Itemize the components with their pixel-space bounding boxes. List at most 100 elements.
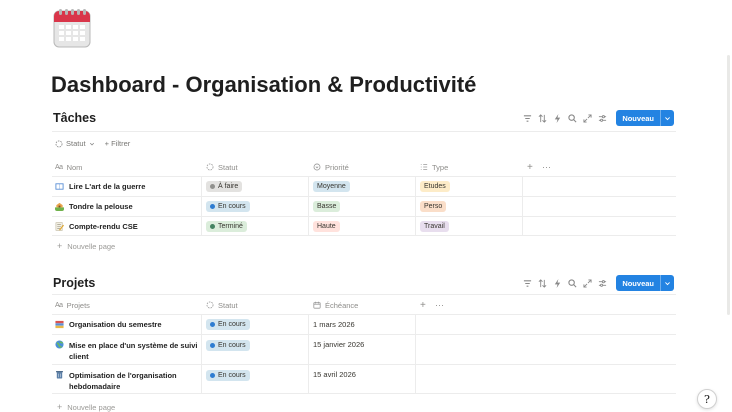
plus-icon: +	[57, 241, 63, 251]
status-icon	[55, 140, 63, 147]
new-page-button[interactable]: + Nouvelle page	[57, 402, 115, 412]
status-badge: En cours	[206, 319, 250, 330]
taches-title[interactable]: Tâches	[53, 111, 96, 125]
statut-cell[interactable]: En cours	[206, 365, 250, 393]
table-header: Aa Nom Statut Priorité Type + ···	[52, 158, 676, 176]
column-statut[interactable]: Statut	[206, 158, 238, 176]
sort-icon[interactable]	[535, 276, 550, 291]
table-header: Aa Projets Statut Échéance + ···	[52, 296, 676, 314]
status-icon	[206, 301, 214, 309]
search-icon[interactable]	[565, 111, 580, 126]
priorite-cell[interactable]: Moyenne	[313, 177, 350, 196]
priority-badge: Basse	[313, 201, 341, 212]
projets-new-button[interactable]: Nouveau	[616, 275, 674, 291]
table-row[interactable]: Compte-rendu CSE Terminé Haute Travail	[52, 216, 676, 236]
plus-icon: +	[57, 402, 63, 412]
sort-icon[interactable]	[535, 111, 550, 126]
table-row[interactable]: Organisation du semestre En cours 1 mars…	[52, 314, 676, 334]
expand-icon[interactable]	[580, 111, 595, 126]
statut-cell[interactable]: En cours	[206, 335, 250, 364]
books-icon	[55, 320, 64, 329]
priorite-cell[interactable]: Basse	[313, 197, 341, 216]
status-badge: En cours	[206, 340, 250, 351]
row-title[interactable]: Compte-rendu CSE	[55, 217, 138, 235]
add-filter-button[interactable]: + Filtrer	[105, 139, 131, 148]
more-options-button[interactable]: ···	[542, 158, 551, 176]
priority-badge: Moyenne	[313, 181, 350, 192]
settings-icon[interactable]	[595, 111, 610, 126]
search-icon[interactable]	[565, 276, 580, 291]
type-cell[interactable]: Etudes	[420, 177, 450, 196]
house-icon	[55, 202, 64, 211]
add-column-button[interactable]: +	[527, 158, 533, 176]
row-title[interactable]: Tondre la pelouse	[55, 197, 133, 216]
taches-filter-bar: Statut + Filtrer	[55, 139, 130, 148]
type-cell[interactable]: Perso	[420, 197, 447, 216]
scrollbar[interactable]	[727, 55, 730, 315]
calendar-icon	[313, 301, 321, 309]
memo-icon	[55, 221, 64, 231]
table-row[interactable]: Lire L'art de la guerre À faire Moyenne …	[52, 176, 676, 196]
more-options-button[interactable]: ···	[435, 296, 444, 314]
echeance-cell[interactable]: 15 janvier 2026	[313, 335, 364, 364]
statut-cell[interactable]: À faire	[206, 177, 243, 196]
filter-icon[interactable]	[520, 111, 535, 126]
statut-cell[interactable]: Terminé	[206, 217, 247, 235]
chevron-down-icon[interactable]	[660, 110, 674, 126]
status-badge: À faire	[206, 181, 243, 192]
table-row[interactable]: Mise en place d'un système de suivi clien…	[52, 334, 676, 364]
add-column-button[interactable]: +	[420, 296, 426, 314]
settings-icon[interactable]	[595, 276, 610, 291]
statut-cell[interactable]: En cours	[206, 197, 250, 216]
projets-toolbar: Nouveau	[520, 275, 674, 291]
row-title[interactable]: Mise en place d'un système de suivi clien…	[55, 335, 198, 364]
statut-filter[interactable]: Statut	[55, 139, 95, 148]
help-icon: ?	[704, 392, 710, 406]
table-row[interactable]: Optimisation de l'organisation hebdomadai…	[52, 364, 676, 394]
globe-icon	[55, 340, 64, 349]
chevron-down-icon	[89, 142, 94, 145]
column-nom[interactable]: Aa Nom	[55, 158, 82, 176]
column-echeance[interactable]: Échéance	[313, 296, 358, 314]
automation-icon[interactable]	[550, 111, 565, 126]
column-statut[interactable]: Statut	[206, 296, 238, 314]
taches-table: Aa Nom Statut Priorité Type + ··· Lire L…	[52, 158, 676, 258]
trash-icon	[56, 371, 63, 379]
book-icon	[55, 183, 64, 190]
row-title[interactable]: Optimisation de l'organisation hebdomadai…	[55, 365, 177, 393]
taches-toolbar: Nouveau	[520, 110, 674, 126]
row-title[interactable]: Lire L'art de la guerre	[55, 177, 145, 196]
expand-icon[interactable]	[580, 276, 595, 291]
type-badge: Etudes	[420, 181, 450, 192]
priority-badge: Haute	[313, 220, 340, 232]
divider	[52, 294, 676, 295]
priorite-cell[interactable]: Haute	[313, 217, 340, 235]
echeance-cell[interactable]: 1 mars 2026	[313, 315, 355, 334]
echeance-cell[interactable]: 15 avril 2026	[313, 365, 356, 393]
statut-cell[interactable]: En cours	[206, 315, 250, 334]
column-priorite[interactable]: Priorité	[313, 158, 349, 176]
row-title[interactable]: Organisation du semestre	[55, 315, 162, 334]
automation-icon[interactable]	[550, 276, 565, 291]
column-projets[interactable]: Aa Projets	[55, 296, 90, 314]
type-badge: Travail	[420, 220, 449, 232]
table-row[interactable]: Tondre la pelouse En cours Basse Perso	[52, 196, 676, 216]
list-icon	[420, 164, 428, 170]
projets-title[interactable]: Projets	[53, 276, 95, 290]
help-button[interactable]: ?	[697, 389, 717, 409]
status-badge: Terminé	[206, 220, 247, 232]
calendar-icon[interactable]	[53, 6, 91, 48]
type-cell[interactable]: Travail	[420, 217, 449, 235]
filter-icon[interactable]	[520, 276, 535, 291]
divider	[52, 131, 676, 132]
status-icon	[206, 163, 214, 171]
type-badge: Perso	[420, 201, 447, 212]
column-type[interactable]: Type	[420, 158, 448, 176]
new-page-button[interactable]: + Nouvelle page	[57, 241, 115, 251]
taches-new-button[interactable]: Nouveau	[616, 110, 674, 126]
chevron-down-icon[interactable]	[660, 275, 674, 291]
text-property-icon: Aa	[55, 301, 63, 309]
text-property-icon: Aa	[55, 163, 63, 171]
status-badge: En cours	[206, 201, 250, 212]
page-title[interactable]: Dashboard - Organisation & Productivité	[51, 72, 476, 98]
